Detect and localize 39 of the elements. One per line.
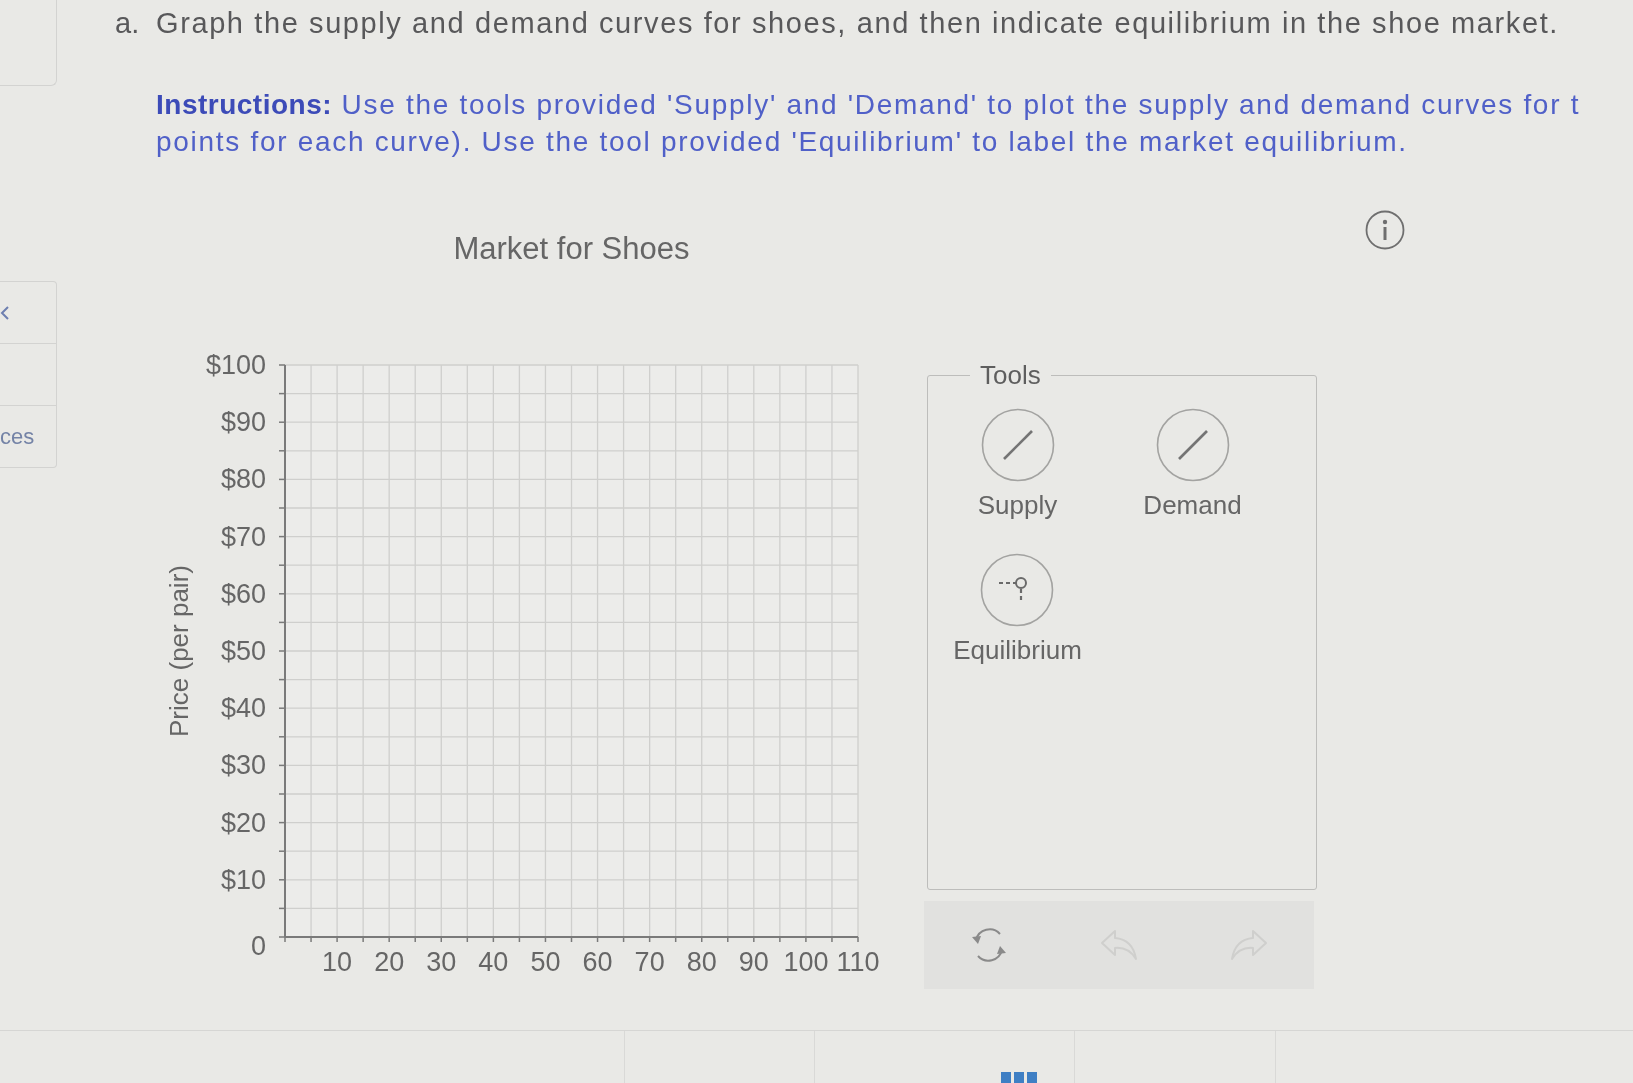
tick-label: $20 [220,807,266,838]
question-label: a. [115,6,141,41]
tick-label: $60 [220,578,266,609]
panel-title: Tools [979,360,1042,390]
tick-label: $100 [205,350,266,380]
refresh-icon [969,925,1009,965]
grid-icon[interactable] [1001,1071,1037,1083]
chevron-left-icon[interactable] [0,304,10,321]
tool-button[interactable]: Demand [1143,408,1242,520]
tick-label: $30 [220,750,266,781]
info-icon[interactable] [1365,210,1405,250]
tick-label: $40 [220,693,266,724]
tick-label: $80 [220,464,266,495]
tick-label: $50 [220,636,266,666]
nav-link[interactable]: ces [0,423,35,450]
tick-label: 90 [738,947,769,977]
tick-label: 40 [478,947,509,977]
tick-label: 30 [426,947,457,977]
tick-label: 80 [686,947,717,977]
tick-label: 10 [322,947,353,977]
tick-label: $10 [220,864,266,895]
instructions-text: Instructions: Use the tools provided 'Supply' and 'Demand' to plot the supply and demand curves for t points for each curve). Use the tool provided 'Equilibrium' to label the market equilibrium. [156,88,1582,159]
tick-label: $90 [220,407,266,438]
tool-button[interactable]: Equilibrium [953,553,1082,665]
tick-label: 70 [634,947,665,977]
question-text: Graph the supply and demand curves for shoes, and then indicate equilibrium in the shoe market. [156,6,1559,41]
dashed-point-icon [980,553,1055,627]
tick-label: 0 [250,931,266,961]
reset-button[interactable] [969,925,1009,965]
axis-label: Price (per pair) [164,565,194,737]
tick-label: 60 [582,947,613,977]
tool-button[interactable]: Supply [977,408,1058,520]
tick-label: 50 [530,947,561,977]
tick-label: $70 [220,521,266,552]
plot-grid[interactable] [278,364,859,943]
tick-label: 110 [836,947,880,977]
tick-label: 20 [374,947,405,977]
tick-label: 100 [783,947,829,977]
chart-title: Market for Shoes [453,230,690,266]
